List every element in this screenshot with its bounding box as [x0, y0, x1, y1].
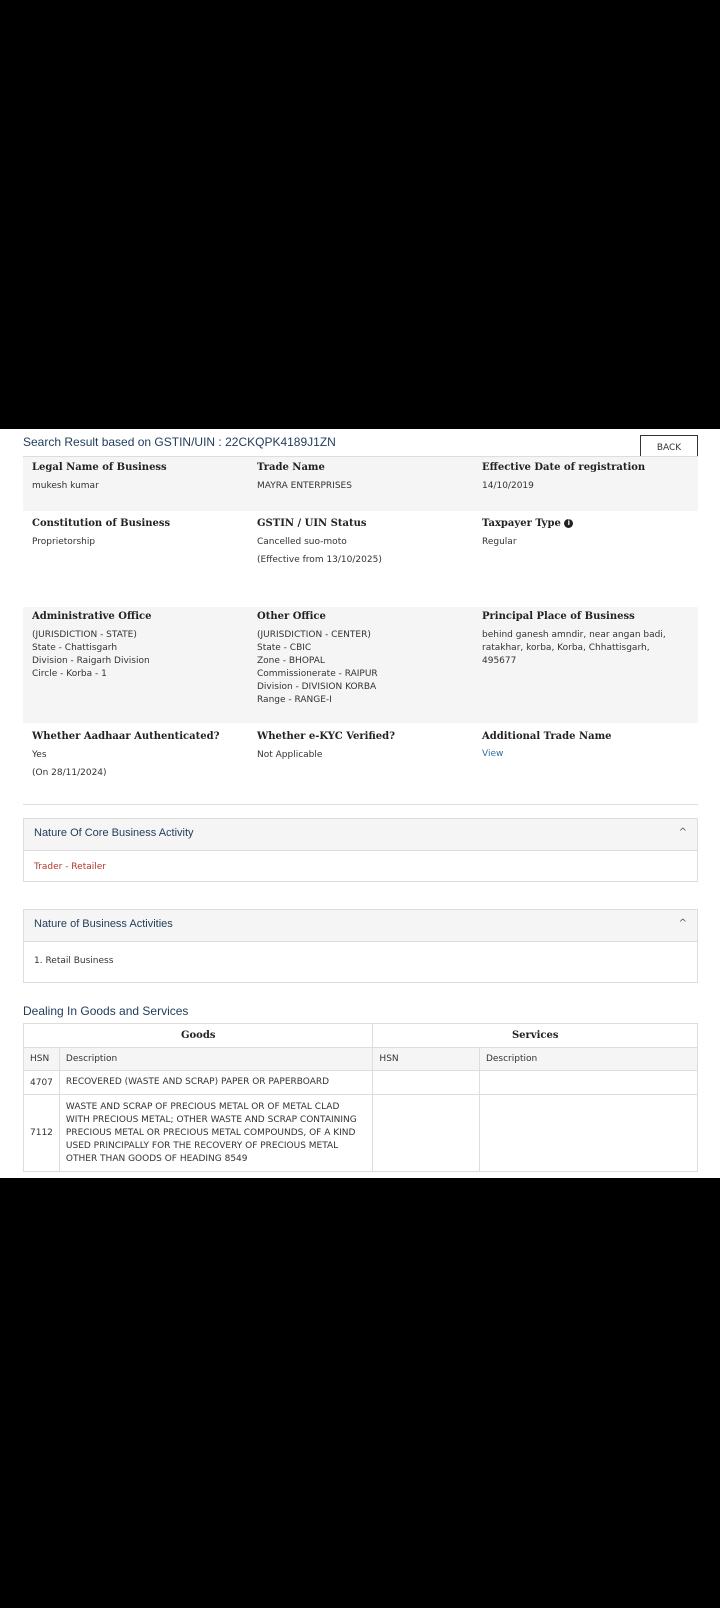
core-activity-title: Nature Of Core Business Activity — [34, 827, 194, 839]
aadhaar-date: (On 28/11/2024) — [32, 768, 107, 778]
gstin-status-label: GSTIN / UIN Status — [257, 518, 367, 529]
effective-date-label: Effective Date of registration — [482, 462, 646, 473]
trade-name-value: MAYRA ENTERPRISES — [257, 481, 352, 491]
business-activities-header[interactable]: Nature of Business Activities ^ — [24, 910, 697, 942]
hsn-code: 4707 — [23, 1070, 60, 1095]
business-activities-title: Nature of Business Activities — [34, 918, 173, 930]
details-row-3: Administrative Office (JURISDICTION - ST… — [23, 607, 698, 723]
admin-office-cell: Administrative Office (JURISDICTION - ST… — [32, 611, 151, 681]
effective-date-value: 14/10/2019 — [482, 481, 534, 491]
search-result-page: Search Result based on GSTIN/UIN : 22CKQ… — [0, 429, 720, 1178]
services-hsn-empty — [372, 1070, 480, 1095]
goods-description-line: PRECIOUS METAL OR PRECIOUS METAL COMPOUN… — [65, 1127, 356, 1138]
goods-description-line: OTHER THAN GOODS OF HEADING 8549 — [65, 1153, 248, 1164]
ppob-cell: Principal Place of Business behind ganes… — [482, 611, 666, 668]
other-office-line: Zone - BHOPAL — [257, 656, 325, 666]
other-office-cell: Other Office (JURISDICTION - CENTER) Sta… — [257, 611, 378, 707]
other-office-label: Other Office — [257, 611, 326, 622]
details-row-4: Whether Aadhaar Authenticated? Yes (On 2… — [23, 723, 698, 793]
services-hsn-header: HSN — [372, 1047, 480, 1071]
business-activity-item: 1. Retail Business — [34, 956, 114, 966]
goods-services-title: Dealing In Goods and Services — [23, 1004, 189, 1018]
other-office-line: (JURISDICTION - CENTER) — [257, 630, 371, 640]
ekyc-cell: Whether e-KYC Verified? Not Applicable — [257, 731, 395, 762]
ppob-line: ratakhar, korba, Korba, Chhattisgarh, — [482, 643, 650, 653]
search-label: Search Result based on GSTIN/UIN : — [23, 435, 222, 449]
goods-description: RECOVERED (WASTE AND SCRAP) PAPER OR PAP… — [58, 1070, 374, 1095]
taxpayer-type-value: Regular — [482, 537, 517, 547]
ppob-line: behind ganesh amndir, near angan badi, — [482, 630, 666, 640]
trade-name-label: Trade Name — [257, 462, 325, 473]
other-office-line: Division - DIVISION KORBA — [257, 682, 377, 692]
aadhaar-value: Yes — [32, 750, 47, 760]
ppob-line: 495677 — [482, 656, 517, 666]
additional-trade-label: Additional Trade Name — [482, 731, 612, 742]
services-description-header: Description — [478, 1047, 699, 1071]
effective-date-cell: Effective Date of registration 14/10/201… — [482, 462, 645, 493]
view-additional-trade-link[interactable]: View — [482, 749, 612, 759]
constitution-value: Proprietorship — [32, 537, 96, 547]
core-activity-value: Trader - Retailer — [34, 862, 106, 872]
other-office-value: (JURISDICTION - CENTER) State - CBIC Zon… — [257, 629, 378, 707]
goods-description-header: Description — [58, 1047, 374, 1071]
info-icon[interactable]: i — [564, 519, 574, 528]
services-header: Services — [372, 1023, 698, 1048]
goods-header: Goods — [22, 1023, 374, 1048]
ppob-label: Principal Place of Business — [482, 611, 635, 622]
search-title: Search Result based on GSTIN/UIN : 22CKQ… — [23, 435, 336, 449]
other-office-line: State - CBIC — [257, 643, 312, 653]
gstin-status-cell: GSTIN / UIN Status Cancelled suo-moto (E… — [257, 518, 382, 565]
additional-trade-cell: Additional Trade Name View — [482, 731, 612, 759]
chevron-up-icon[interactable]: ^ — [679, 918, 687, 929]
taxpayer-type-cell: Taxpayer Type i Regular — [482, 518, 574, 549]
goods-description: WASTE AND SCRAP OF PRECIOUS METAL OR OF … — [58, 1094, 374, 1172]
details-divider — [23, 804, 698, 805]
table-row: 7112 WASTE AND SCRAP OF PRECIOUS METAL O… — [23, 1094, 699, 1172]
taxpayer-type-label: Taxpayer Type — [482, 518, 561, 529]
taxpayer-type-heading: Taxpayer Type i — [482, 518, 574, 529]
other-office-line: Range - RANGE-I — [257, 695, 332, 705]
ppob-value: behind ganesh amndir, near angan badi, r… — [482, 629, 666, 668]
hsn-code: 7112 — [23, 1094, 60, 1172]
goods-hsn-header: HSN — [23, 1047, 60, 1071]
goods-services-header-row: Goods Services — [22, 1023, 698, 1048]
details-row-2: Constitution of Business Proprietorship … — [23, 511, 698, 589]
admin-office-line: Circle - Korba - 1 — [32, 669, 107, 679]
gstin-value: 22CKQPK4189J1ZN — [225, 435, 336, 449]
legal-name-cell: Legal Name of Business mukesh kumar — [32, 462, 167, 493]
admin-office-value: (JURISDICTION - STATE) State - Chattisga… — [32, 629, 151, 681]
admin-office-line: State - Chattisgarh — [32, 643, 118, 653]
constitution-label: Constitution of Business — [32, 518, 171, 529]
goods-description-line: WITH PRECIOUS METAL; OTHER WASTE AND SCR… — [65, 1114, 357, 1125]
column-header-row: HSN Description HSN Description — [23, 1047, 699, 1071]
gstin-status-value: Cancelled suo-moto — [257, 537, 347, 547]
gstin-status-effective: (Effective from 13/10/2025) — [257, 555, 382, 565]
core-activity-panel: Nature Of Core Business Activity ^ Trade… — [23, 818, 698, 882]
services-description-empty — [478, 1070, 699, 1095]
constitution-cell: Constitution of Business Proprietorship — [32, 518, 170, 549]
legal-name-label: Legal Name of Business — [32, 462, 167, 473]
admin-office-line: Division - Raigarh Division — [32, 656, 150, 666]
details-row-1: Legal Name of Business mukesh kumar Trad… — [23, 457, 698, 511]
ekyc-value: Not Applicable — [257, 750, 323, 760]
aadhaar-label: Whether Aadhaar Authenticated? — [32, 731, 220, 742]
other-office-line: Commissionerate - RAIPUR — [257, 669, 378, 679]
admin-office-line: (JURISDICTION - STATE) — [32, 630, 137, 640]
legal-name-value: mukesh kumar — [32, 481, 99, 491]
goods-description-line: USED PRINCIPALLY FOR THE RECOVERY OF PRE… — [65, 1140, 339, 1151]
trade-name-cell: Trade Name MAYRA ENTERPRISES — [257, 462, 352, 493]
goods-description-line: WASTE AND SCRAP OF PRECIOUS METAL OR OF … — [65, 1101, 340, 1112]
services-hsn-empty — [372, 1094, 480, 1172]
business-activities-panel: Nature of Business Activities ^ 1. Retai… — [23, 909, 698, 983]
chevron-up-icon[interactable]: ^ — [679, 827, 687, 838]
table-row: 4707 RECOVERED (WASTE AND SCRAP) PAPER O… — [23, 1070, 699, 1095]
aadhaar-cell: Whether Aadhaar Authenticated? Yes (On 2… — [32, 731, 219, 778]
ekyc-label: Whether e-KYC Verified? — [257, 731, 395, 742]
goods-services-table: Goods Services HSN Description HSN Descr… — [22, 1023, 699, 1172]
services-description-empty — [478, 1094, 699, 1172]
admin-office-label: Administrative Office — [32, 611, 152, 622]
core-activity-header[interactable]: Nature Of Core Business Activity ^ — [24, 819, 697, 851]
